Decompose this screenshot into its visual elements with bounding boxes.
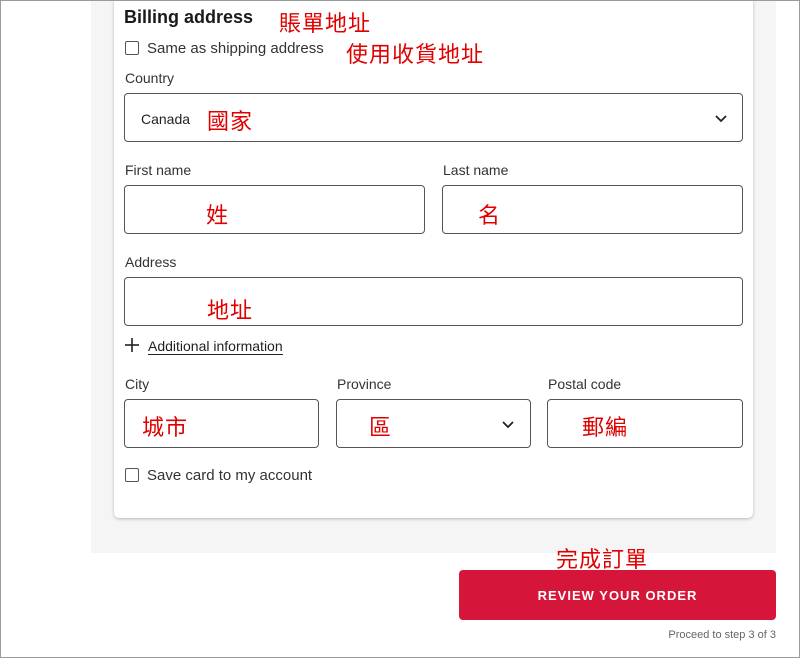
annotation-last-name: 名 (478, 204, 502, 229)
annotation-city: 城市 (142, 416, 189, 441)
billing-heading: Billing address (124, 7, 254, 27)
province-select[interactable] (336, 399, 531, 448)
annotation-address: 地址 (207, 299, 254, 324)
review-order-button[interactable]: REVIEW YOUR ORDER (459, 570, 776, 620)
save-card-label[interactable]: Save card to my account (147, 467, 312, 484)
chevron-down-icon (502, 421, 514, 429)
annotation-billing-address: 賬單地址 (279, 12, 372, 37)
country-value: Canada (141, 111, 191, 127)
postal-code-input[interactable] (547, 399, 743, 448)
plus-icon[interactable] (124, 337, 140, 353)
annotation-use-shipping: 使用收貨地址 (346, 43, 485, 68)
country-label: Country (125, 70, 175, 86)
step-note: Proceed to step 3 of 3 (668, 629, 776, 641)
postal-code-label: Postal code (548, 376, 622, 392)
annotation-first-name: 姓 (206, 204, 230, 229)
city-label: City (125, 376, 150, 392)
annotation-province: 區 (369, 416, 393, 441)
province-label: Province (337, 376, 392, 392)
last-name-label: Last name (443, 162, 509, 178)
same-as-shipping-label[interactable]: Same as shipping address (147, 40, 324, 57)
annotation-country: 國家 (207, 110, 254, 135)
save-card-checkbox[interactable] (125, 468, 139, 482)
same-as-shipping-checkbox[interactable] (125, 41, 139, 55)
chevron-down-icon (715, 115, 727, 123)
annotation-postal-code: 郵編 (582, 416, 629, 441)
first-name-input[interactable] (124, 185, 425, 234)
address-label: Address (125, 254, 177, 270)
additional-information-link[interactable]: Additional information (148, 338, 283, 355)
first-name-label: First name (125, 162, 192, 178)
